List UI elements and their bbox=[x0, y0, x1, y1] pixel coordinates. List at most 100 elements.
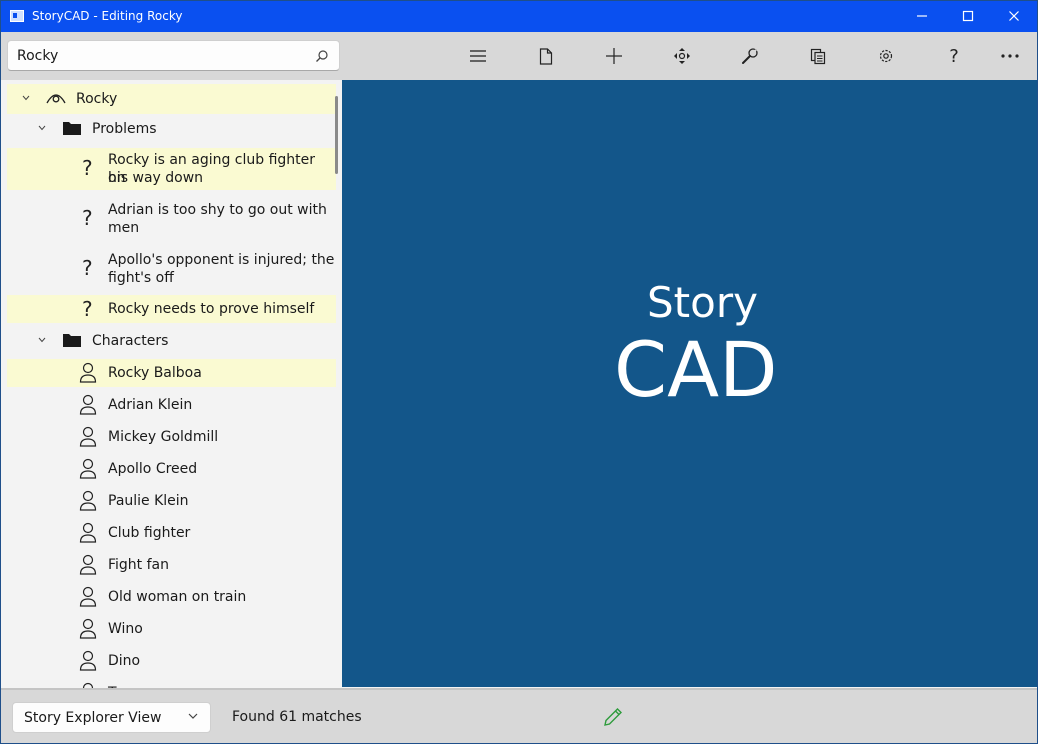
story-explorer-tree[interactable]: Rocky Problems ? Rocky is an aging club … bbox=[1, 80, 342, 688]
add-button[interactable] bbox=[602, 44, 626, 68]
move-icon bbox=[674, 48, 690, 64]
question-icon: ? bbox=[82, 206, 93, 230]
content-panel: Story CAD bbox=[342, 80, 1037, 687]
status-bar: Story Explorer View Found 61 matches bbox=[1, 688, 1037, 743]
logo-story-text: Story bbox=[647, 278, 758, 327]
person-icon bbox=[79, 522, 97, 543]
more-button[interactable] bbox=[998, 44, 1022, 68]
tree-node-label: Rocky Balboa bbox=[108, 365, 202, 381]
settings-button[interactable] bbox=[874, 44, 898, 68]
person-icon bbox=[79, 650, 97, 671]
person-icon bbox=[79, 394, 97, 415]
maximize-button[interactable] bbox=[945, 1, 991, 32]
tree-node-label: Fight fan bbox=[108, 557, 170, 573]
tree-node-character[interactable]: T bbox=[7, 679, 336, 688]
menu-icon bbox=[470, 50, 486, 62]
settings-icon bbox=[879, 49, 893, 63]
chevron-down-icon[interactable] bbox=[38, 337, 46, 343]
tree-node-character[interactable]: Dino bbox=[7, 647, 336, 675]
logo-cad-text: CAD bbox=[614, 325, 778, 414]
question-icon: ? bbox=[82, 256, 93, 280]
pencil-icon[interactable] bbox=[602, 706, 624, 728]
menu-button[interactable] bbox=[466, 44, 490, 68]
tree-node-character[interactable]: Rocky Balboa bbox=[7, 359, 336, 387]
chevron-down-icon[interactable] bbox=[38, 125, 46, 131]
view-select-value: Story Explorer View bbox=[24, 710, 162, 726]
tree-node-characters-folder[interactable]: Characters bbox=[7, 326, 336, 356]
tree-node-problem[interactable]: ? Rocky needs to prove himself bbox=[7, 295, 336, 323]
tree-node-label-line1: Apollo's opponent is injured; the bbox=[108, 252, 335, 268]
tree-node-label: Rocky needs to prove himself bbox=[108, 301, 315, 317]
person-icon bbox=[79, 554, 97, 575]
folder-icon bbox=[63, 334, 81, 347]
tree-node-label: Mickey Goldmill bbox=[108, 429, 219, 445]
window-title: StoryCAD - Editing Rocky bbox=[32, 9, 183, 23]
person-icon bbox=[79, 458, 97, 479]
tree-node-label: Problems bbox=[92, 121, 157, 137]
tree-node-character[interactable]: Adrian Klein bbox=[7, 391, 336, 419]
search-value: Rocky bbox=[17, 48, 59, 64]
minimize-icon bbox=[917, 15, 927, 17]
reports-icon bbox=[810, 48, 826, 64]
chevron-down-icon bbox=[188, 713, 198, 719]
close-button[interactable] bbox=[991, 1, 1037, 32]
tree-node-problem[interactable]: ? Apollo's opponent is injured; the figh… bbox=[7, 248, 336, 290]
eye-icon bbox=[46, 94, 66, 104]
tree-node-label-line2: men bbox=[108, 220, 140, 236]
app-logo-icon bbox=[10, 10, 24, 22]
question-icon: ? bbox=[82, 297, 93, 321]
tools-button[interactable] bbox=[738, 44, 762, 68]
tree-node-label-line1: Adrian is too shy to go out with bbox=[108, 202, 327, 218]
tree-node-label: Paulie Klein bbox=[108, 493, 189, 509]
tree-node-character[interactable]: Mickey Goldmill bbox=[7, 423, 336, 451]
person-icon bbox=[79, 426, 97, 447]
app-window: StoryCAD - Editing Rocky Rocky ? Rocky P… bbox=[0, 0, 1038, 744]
minimize-button[interactable] bbox=[899, 1, 945, 32]
chevron-down-icon[interactable] bbox=[22, 95, 30, 101]
tree-node-label: Wino bbox=[108, 621, 143, 637]
question-icon: ? bbox=[82, 156, 93, 180]
maximize-icon bbox=[962, 10, 974, 22]
tree-node-label-line2: his way down bbox=[108, 170, 204, 186]
tree-node-character[interactable]: Club fighter bbox=[7, 519, 336, 547]
close-icon bbox=[1009, 11, 1019, 21]
tools-icon bbox=[742, 48, 758, 64]
folder-icon bbox=[63, 122, 81, 135]
tree-node-label: Apollo Creed bbox=[108, 461, 198, 477]
view-select[interactable]: Story Explorer View bbox=[12, 702, 211, 733]
tree-node-problem[interactable]: ? Adrian is too shy to go out with men bbox=[7, 198, 336, 240]
tree-node-character[interactable]: Fight fan bbox=[7, 551, 336, 579]
tree-node-character[interactable]: Apollo Creed bbox=[7, 455, 336, 483]
tree-node-character[interactable]: Wino bbox=[7, 615, 336, 643]
tree-node-label: Dino bbox=[108, 653, 141, 669]
search-input[interactable]: Rocky bbox=[7, 40, 340, 71]
search-icon[interactable] bbox=[315, 49, 329, 63]
person-icon bbox=[79, 490, 97, 511]
tree-node-label-line2: fight's off bbox=[108, 270, 174, 286]
add-icon bbox=[606, 48, 622, 64]
status-message: Found 61 matches bbox=[232, 709, 362, 725]
title-bar: StoryCAD - Editing Rocky bbox=[1, 1, 1037, 32]
tree-node-problem[interactable]: ? Rocky is an aging club fighter on his … bbox=[7, 148, 336, 190]
tree-node-label: Adrian Klein bbox=[108, 397, 193, 413]
help-button[interactable]: ? bbox=[942, 44, 966, 68]
file-icon bbox=[539, 47, 553, 65]
help-icon: ? bbox=[949, 45, 959, 67]
tree-node-character[interactable]: Old woman on train bbox=[7, 583, 336, 611]
tree-node-label: Club fighter bbox=[108, 525, 191, 541]
more-icon bbox=[1001, 54, 1019, 58]
tree-node-problems-folder[interactable]: Problems bbox=[7, 114, 336, 144]
command-bar: Rocky ? bbox=[1, 32, 1037, 80]
person-icon bbox=[79, 362, 97, 383]
person-icon bbox=[79, 586, 97, 607]
move-button[interactable] bbox=[670, 44, 694, 68]
tree-node-label: Characters bbox=[92, 333, 169, 349]
file-button[interactable] bbox=[534, 44, 558, 68]
tree-scrollbar-thumb[interactable] bbox=[335, 96, 338, 174]
tree-node-label: Rocky bbox=[76, 91, 118, 107]
tree-node-label: Old woman on train bbox=[108, 589, 247, 605]
reports-button[interactable] bbox=[806, 44, 830, 68]
tree-node-character[interactable]: Paulie Klein bbox=[7, 487, 336, 515]
tree-node-root[interactable]: Rocky bbox=[7, 84, 336, 114]
person-icon bbox=[79, 618, 97, 639]
